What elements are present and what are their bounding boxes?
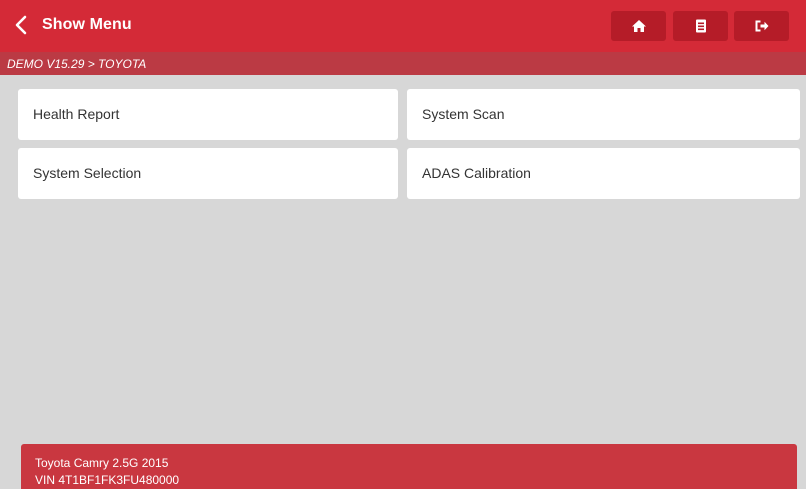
menu-item-label: Health Report [33,106,120,122]
report-icon [695,19,706,33]
home-button[interactable] [611,11,666,41]
report-button[interactable] [673,11,728,41]
back-button[interactable] [12,14,30,36]
home-icon [631,20,646,32]
menu-item-health-report[interactable]: Health Report [18,89,398,140]
exit-icon [755,20,768,32]
screen: Show Menu DEMO V15.29 > TOYOTA Health Re… [0,0,806,489]
breadcrumb-bar: DEMO V15.29 > TOYOTA [0,52,806,75]
exit-button[interactable] [734,11,789,41]
page-title: Show Menu [42,16,132,33]
chevron-left-icon [15,15,27,35]
menu-item-label: ADAS Calibration [422,165,531,181]
vehicle-info-bar: Toyota Camry 2.5G 2015 VIN 4T1BF1FK3FU48… [21,444,797,489]
menu-item-adas-calibration[interactable]: ADAS Calibration [407,148,800,199]
menu-item-label: System Scan [422,106,505,122]
menu-item-system-scan[interactable]: System Scan [407,89,800,140]
menu-item-system-selection[interactable]: System Selection [18,148,398,199]
vehicle-vin: VIN 4T1BF1FK3FU480000 [35,473,180,487]
breadcrumb: DEMO V15.29 > TOYOTA [7,57,147,71]
vehicle-model: Toyota Camry 2.5G 2015 [35,456,169,470]
menu-item-label: System Selection [33,165,142,181]
title-bar: Show Menu [0,0,806,52]
